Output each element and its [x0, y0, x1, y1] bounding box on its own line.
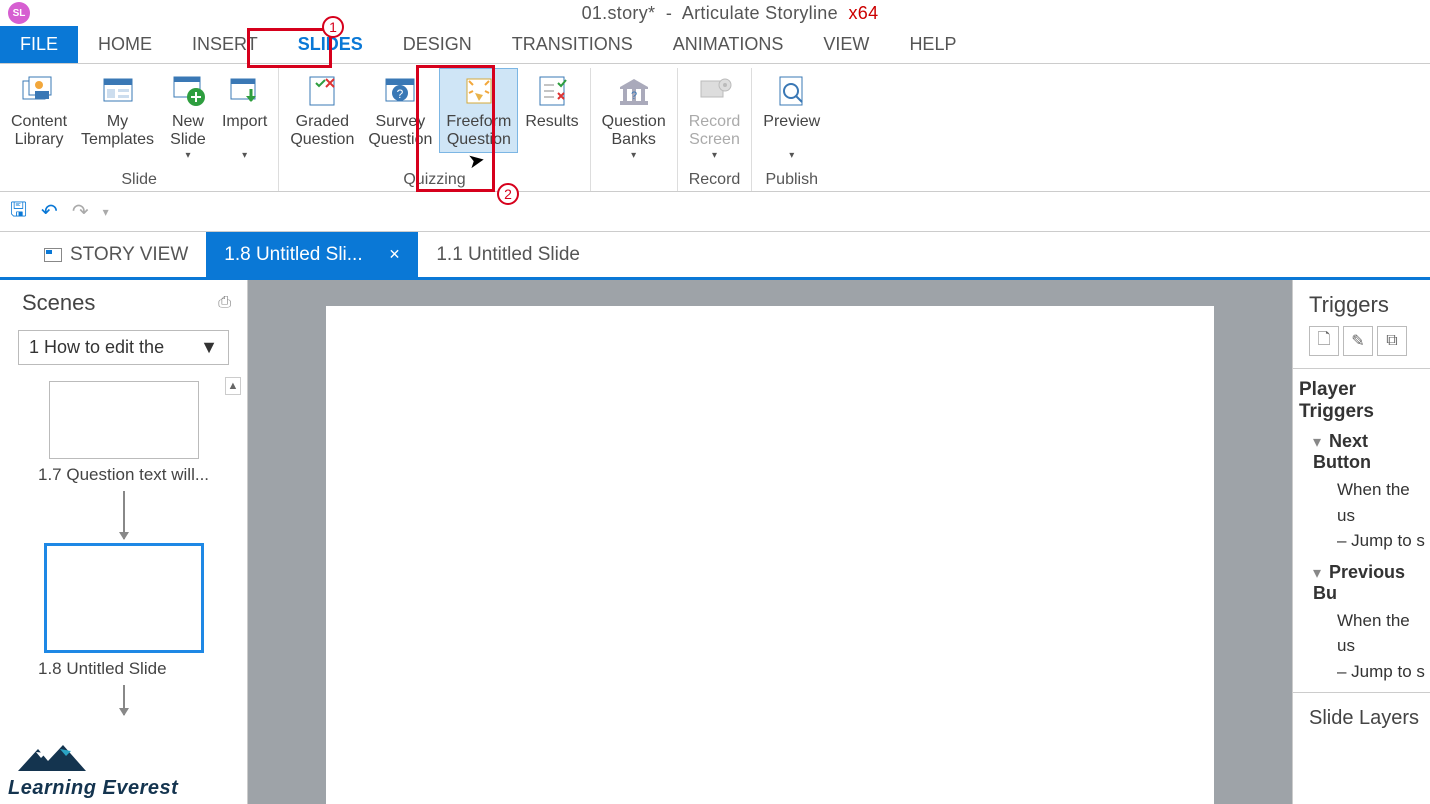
freeform-question-icon [459, 71, 499, 111]
watermark: Learning Everest [8, 741, 178, 800]
graded-question-icon [302, 71, 342, 111]
scenes-panel: Scenes ⎙ 1 How to edit the▼ ▲ 1.7 Questi… [0, 280, 248, 804]
import-icon [225, 71, 265, 111]
thumb-label-1-7: 1.7 Question text will... [16, 465, 231, 485]
slide-thumb-1-8[interactable] [44, 543, 204, 653]
question-banks-icon: ? [614, 71, 654, 111]
scroll-up-button[interactable]: ▲ [225, 377, 241, 395]
chevron-down-icon: ▾ [1313, 434, 1321, 451]
scenes-dropdown[interactable]: 1 How to edit the▼ [18, 330, 229, 365]
trigger-prev-detail: When the us– Jump to s [1299, 608, 1430, 685]
edit-trigger-icon[interactable]: ✎ [1343, 326, 1373, 356]
group-label-quizzing: Quizzing [403, 171, 465, 191]
tab-story-view[interactable]: STORY VIEW [26, 232, 206, 277]
chevron-down-icon: ▾ [1313, 565, 1321, 582]
graded-question-button[interactable]: Graded Question [283, 68, 361, 153]
results-icon [532, 71, 572, 111]
mountain-icon [8, 741, 128, 777]
menu-design[interactable]: DESIGN [383, 26, 492, 63]
my-templates-icon [98, 71, 138, 111]
group-label-slide: Slide [121, 171, 157, 191]
menu-slides[interactable]: SLIDES [278, 26, 383, 63]
new-slide-icon [168, 71, 208, 111]
canvas-area [248, 280, 1292, 804]
survey-question-button[interactable]: ? Survey Question [361, 68, 439, 153]
triggers-panel: Triggers 🗋 ✎ ⧉ Player Triggers ▾Next But… [1292, 280, 1430, 804]
freeform-question-button[interactable]: Freeform Question [439, 68, 518, 153]
ribbon-group-record: Record Screen▾ Record [678, 68, 753, 191]
close-icon[interactable]: ✕ [389, 246, 401, 263]
window-title: 01.story* - Articulate Storyline x64 [30, 3, 1430, 24]
survey-question-icon: ? [380, 71, 420, 111]
print-icon[interactable]: ⎙ [218, 294, 231, 312]
title-bar: SL 01.story* - Articulate Storyline x64 [0, 0, 1430, 26]
trigger-prev-button[interactable]: ▾Previous Bu [1299, 554, 1430, 608]
svg-text:?: ? [631, 90, 637, 102]
story-view-icon [44, 248, 62, 262]
preview-button[interactable]: Preview▾ [756, 68, 827, 164]
undo-icon[interactable]: ↶ [41, 199, 58, 224]
results-button[interactable]: Results [518, 68, 585, 153]
slide-thumb-1-7[interactable] [49, 381, 199, 459]
menu-animations[interactable]: ANIMATIONS [653, 26, 804, 63]
ribbon-group-quizzing: Graded Question ? Survey Question Freefo… [279, 68, 590, 191]
menu-transitions[interactable]: TRANSITIONS [492, 26, 653, 63]
menu-insert[interactable]: INSERT [172, 26, 278, 63]
slide-canvas[interactable] [326, 306, 1214, 804]
menu-bar: FILE HOME INSERT SLIDES DESIGN TRANSITIO… [0, 26, 1430, 64]
menu-view[interactable]: VIEW [803, 26, 889, 63]
record-screen-button[interactable]: Record Screen▾ [682, 68, 748, 164]
preview-icon [772, 71, 812, 111]
menu-home[interactable]: HOME [78, 26, 172, 63]
content-library-button[interactable]: Content Library [4, 68, 74, 164]
save-icon[interactable]: 🖫 [10, 195, 27, 229]
copy-trigger-icon[interactable]: ⧉ [1377, 326, 1407, 356]
import-button[interactable]: Import▾ [215, 68, 274, 164]
tab-slide-1-8[interactable]: 1.8 Untitled Sli...✕ [206, 232, 418, 277]
ribbon-group-publish: Preview▾ Publish [752, 68, 831, 191]
question-banks-button[interactable]: ? Question Banks▾ [595, 68, 673, 164]
quick-access-bar: 🖫 ↶ ↷ ▾ [0, 192, 1430, 232]
svg-text:?: ? [397, 87, 404, 101]
chevron-down-icon: ▼ [200, 337, 218, 358]
ribbon-group-slide: Content Library My Templates New Slide▾ … [0, 68, 279, 191]
content-library-icon [19, 71, 59, 111]
my-templates-button[interactable]: My Templates [74, 68, 161, 164]
triggers-title: Triggers [1293, 280, 1430, 326]
thumb-label-1-8: 1.8 Untitled Slide [16, 659, 231, 679]
ribbon-group-question-banks: ? Question Banks▾ [591, 68, 678, 191]
slide-layers-header: Slide Layers [1293, 692, 1430, 730]
menu-help[interactable]: HELP [889, 26, 976, 63]
player-triggers-header: Player Triggers [1299, 379, 1430, 423]
group-label-publish: Publish [766, 171, 818, 191]
connector-line [123, 491, 125, 539]
new-slide-button[interactable]: New Slide▾ [161, 68, 215, 164]
app-badge-icon: SL [8, 2, 30, 24]
group-label-qbanks [631, 171, 635, 191]
qa-more-icon[interactable]: ▾ [103, 205, 109, 219]
trigger-next-button[interactable]: ▾Next Button [1299, 423, 1430, 477]
redo-icon[interactable]: ↷ [72, 199, 89, 224]
record-screen-icon [695, 71, 735, 111]
scenes-title: Scenes [22, 290, 95, 316]
menu-file[interactable]: FILE [0, 26, 78, 63]
trigger-next-detail: When the us– Jump to s [1299, 477, 1430, 554]
new-trigger-icon[interactable]: 🗋 [1309, 326, 1339, 356]
ribbon-slides: Content Library My Templates New Slide▾ … [0, 64, 1430, 192]
connector-line [123, 685, 125, 715]
tab-slide-1-1[interactable]: 1.1 Untitled Slide [418, 232, 598, 277]
main-area: Scenes ⎙ 1 How to edit the▼ ▲ 1.7 Questi… [0, 280, 1430, 804]
document-tabs: STORY VIEW 1.8 Untitled Sli...✕ 1.1 Unti… [0, 232, 1430, 280]
group-label-record: Record [689, 171, 741, 191]
